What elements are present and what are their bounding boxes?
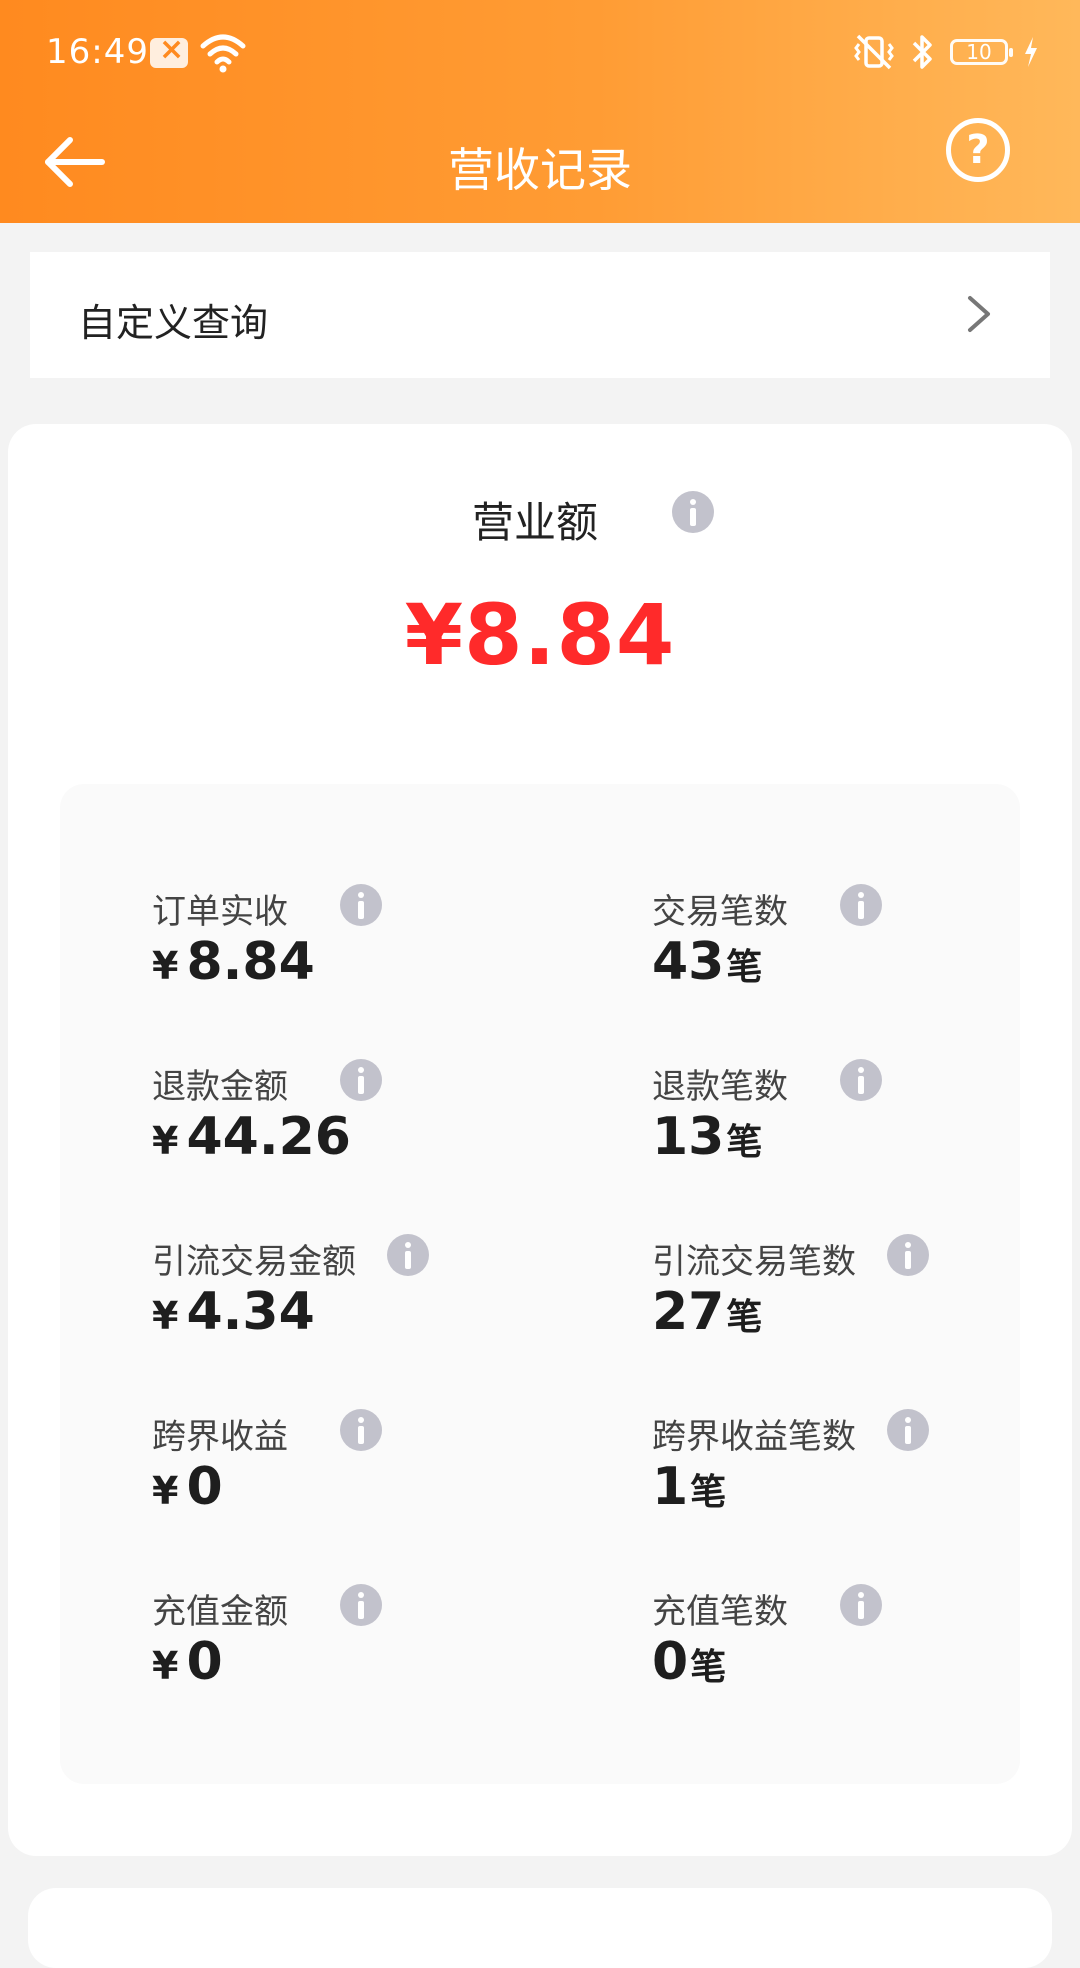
unit-label: 笔 xyxy=(726,1122,763,1163)
stat-recharge-amount: 充值金额 ¥0 xyxy=(152,1584,552,1704)
stat-label: 引流交易金额 xyxy=(152,1242,356,1282)
custom-query-row[interactable]: 自定义查询 xyxy=(30,252,1050,378)
info-icon[interactable] xyxy=(340,884,382,926)
stat-value: 13笔 xyxy=(652,1107,762,1167)
stat-label: 跨界收益 xyxy=(152,1417,288,1457)
bluetooth-icon xyxy=(912,35,932,69)
stat-count: 27 xyxy=(652,1282,725,1342)
stat-traffic-count: 引流交易笔数 27笔 xyxy=(652,1234,1052,1354)
battery-icon: 10 xyxy=(950,39,1013,65)
revenue-title-row: 营业额 xyxy=(8,489,1072,549)
info-icon[interactable] xyxy=(387,1234,429,1276)
stat-label: 退款笔数 xyxy=(652,1067,788,1107)
stat-label: 引流交易笔数 xyxy=(652,1242,856,1282)
stat-label: 退款金额 xyxy=(152,1067,288,1107)
stat-amount: 0 xyxy=(186,1632,223,1692)
stat-value: ¥4.34 xyxy=(152,1282,315,1342)
stat-amount: 4.34 xyxy=(186,1282,315,1342)
stat-value: 1笔 xyxy=(652,1457,726,1517)
revenue-title: 营业额 xyxy=(472,498,599,547)
stat-count: 13 xyxy=(652,1107,725,1167)
unit-label: 笔 xyxy=(726,947,763,988)
stats-box: 订单实收 ¥8.84 退款金额 ¥44.26 引流交易金额 ¥4.34 跨界收益… xyxy=(60,784,1020,1784)
stat-value: ¥0 xyxy=(152,1457,223,1517)
yen-sign: ¥ xyxy=(152,1119,179,1163)
stat-order-received: 订单实收 ¥8.84 xyxy=(152,884,552,1004)
charging-icon xyxy=(1025,37,1037,67)
yen-sign: ¥ xyxy=(152,944,179,988)
stat-refund-count: 退款笔数 13笔 xyxy=(652,1059,1052,1179)
stat-traffic-amount: 引流交易金额 ¥4.34 xyxy=(152,1234,552,1354)
status-bar: 16:49 10 xyxy=(0,0,1080,105)
info-icon[interactable] xyxy=(340,1409,382,1451)
stat-refund-amount: 退款金额 ¥44.26 xyxy=(152,1059,552,1179)
sim-no-signal-icon xyxy=(150,32,188,68)
stat-value: ¥44.26 xyxy=(152,1107,351,1167)
stat-amount: 8.84 xyxy=(186,932,315,992)
app-header: 16:49 10 营 xyxy=(0,0,1080,223)
info-icon[interactable] xyxy=(672,491,714,533)
vibrate-mute-icon xyxy=(854,34,894,70)
stat-amount: 44.26 xyxy=(186,1107,351,1167)
stat-count: 0 xyxy=(652,1632,689,1692)
revenue-amount: ¥8.84 xyxy=(404,586,676,684)
chevron-right-icon xyxy=(968,296,990,332)
info-icon[interactable] xyxy=(340,1059,382,1101)
unit-label: 笔 xyxy=(726,1297,763,1338)
info-icon[interactable] xyxy=(840,1059,882,1101)
page-title: 营收记录 xyxy=(448,143,632,197)
stat-value: ¥8.84 xyxy=(152,932,315,992)
stat-count: 1 xyxy=(652,1457,689,1517)
stat-label: 订单实收 xyxy=(152,892,288,932)
stat-value: ¥0 xyxy=(152,1632,223,1692)
unit-label: 笔 xyxy=(690,1647,727,1688)
info-icon[interactable] xyxy=(887,1234,929,1276)
stat-value: 0笔 xyxy=(652,1632,726,1692)
yen-sign: ¥ xyxy=(152,1644,179,1688)
info-icon[interactable] xyxy=(840,1584,882,1626)
yen-sign: ¥ xyxy=(152,1469,179,1513)
stat-label: 交易笔数 xyxy=(652,892,788,932)
stat-crossover-income: 跨界收益 ¥0 xyxy=(152,1409,552,1529)
revenue-card: 营业额 ¥8.84 订单实收 ¥8.84 退款金额 ¥44.26 引流交易金额 … xyxy=(8,424,1072,1856)
info-icon[interactable] xyxy=(340,1584,382,1626)
unit-label: 笔 xyxy=(690,1472,727,1513)
custom-query-label: 自定义查询 xyxy=(78,301,269,345)
next-card xyxy=(28,1888,1052,1968)
stat-transaction-count: 交易笔数 43笔 xyxy=(652,884,1052,1004)
stat-recharge-count: 充值笔数 0笔 xyxy=(652,1584,1052,1704)
stat-value: 27笔 xyxy=(652,1282,762,1342)
help-icon[interactable]: ? xyxy=(946,118,1010,182)
stat-label: 充值笔数 xyxy=(652,1592,788,1632)
stat-crossover-count: 跨界收益笔数 1笔 xyxy=(652,1409,1052,1529)
status-right-icons: 10 xyxy=(852,30,1040,74)
wifi-icon xyxy=(200,34,246,73)
info-icon[interactable] xyxy=(887,1409,929,1451)
yen-sign: ¥ xyxy=(152,1294,179,1338)
stat-label: 充值金额 xyxy=(152,1592,288,1632)
stat-label: 跨界收益笔数 xyxy=(652,1417,856,1457)
stat-count: 43 xyxy=(652,932,725,992)
status-time: 16:49 xyxy=(46,32,149,72)
nav-bar: 营收记录 ? xyxy=(0,110,1080,223)
stat-amount: 0 xyxy=(186,1457,223,1517)
stat-value: 43笔 xyxy=(652,932,762,992)
info-icon[interactable] xyxy=(840,884,882,926)
